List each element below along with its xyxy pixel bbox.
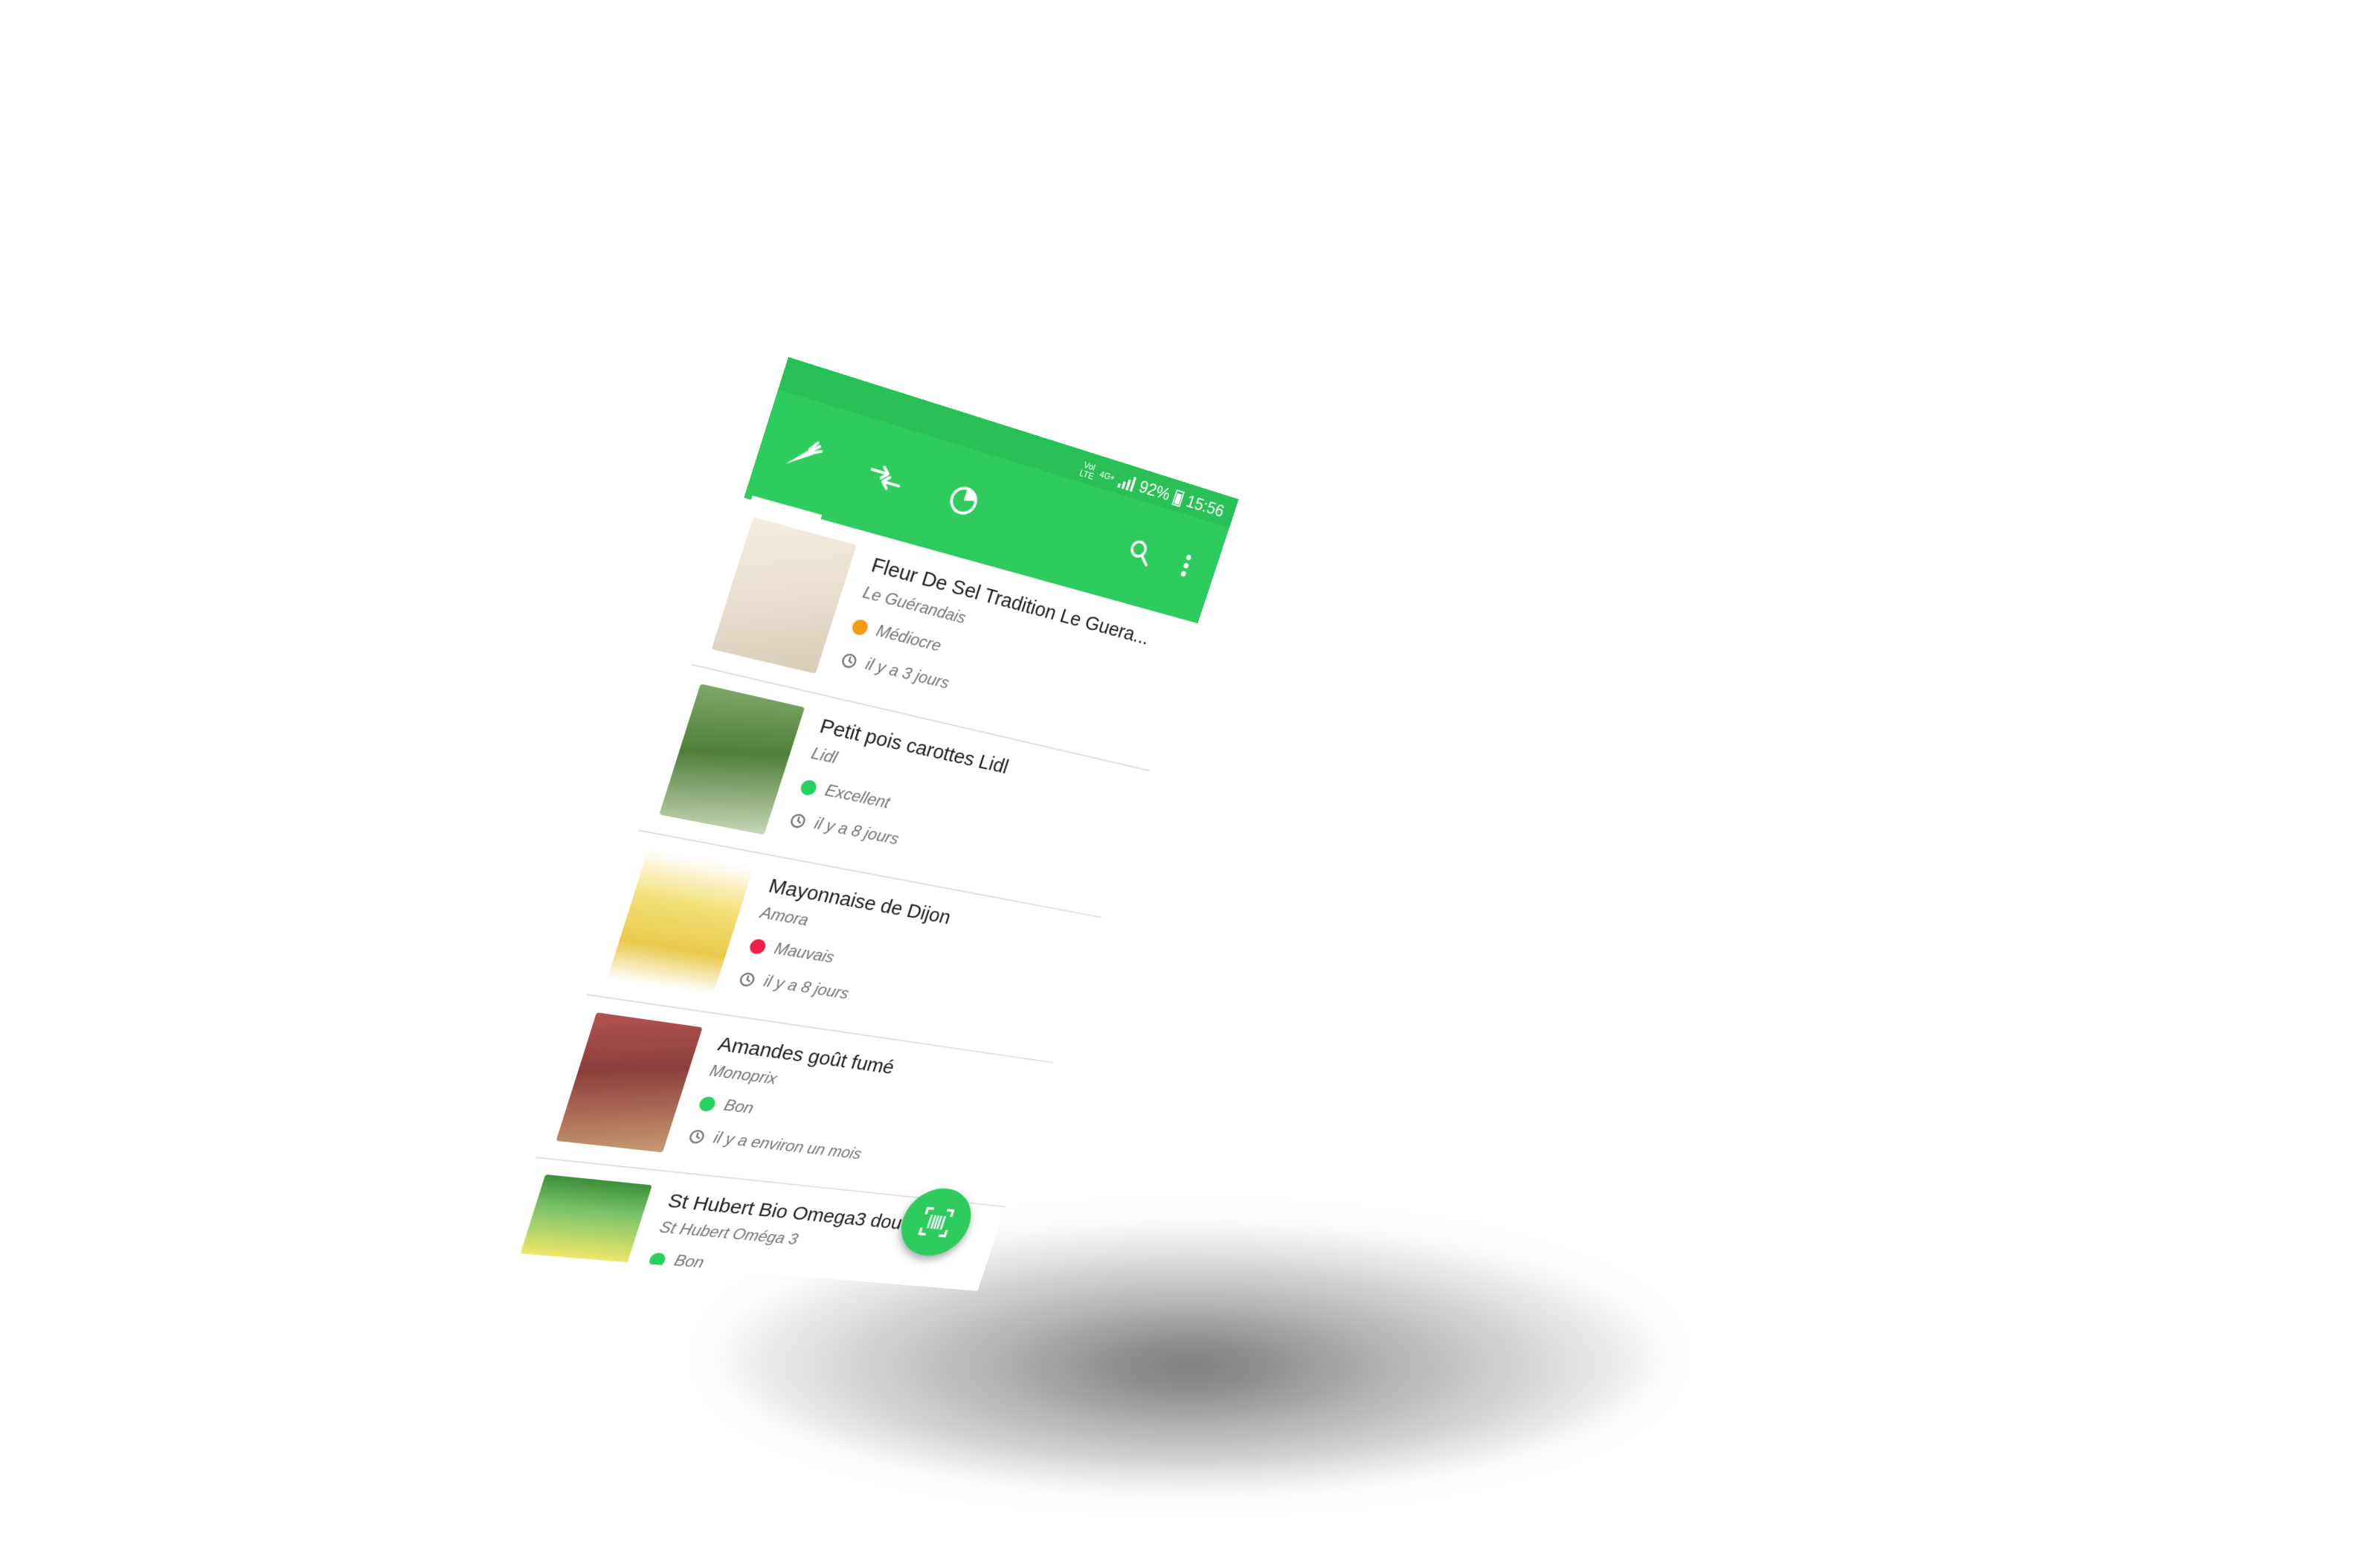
grade-dot (647, 1252, 667, 1268)
product-image (659, 684, 805, 835)
tab-stats[interactable] (921, 457, 1006, 543)
more-vert-icon (1180, 554, 1192, 577)
signal-icon (1117, 472, 1137, 492)
product-brand: Amora (758, 904, 811, 930)
product-brand: St Hubert Oméga 3 (657, 1218, 800, 1249)
tab-compare[interactable] (841, 434, 930, 521)
stage: Vol LTE 4G+ 92% 15:56 Fleur De Sel Tradi… (0, 0, 2380, 1556)
product-image (607, 849, 753, 994)
overflow-menu-button[interactable] (1162, 541, 1209, 589)
product-image (711, 517, 857, 674)
compare-arrows-icon (861, 453, 910, 502)
history-icon (786, 811, 809, 832)
phone-screen: Vol LTE 4G+ 92% 15:56 Fleur De Sel Tradi… (505, 357, 1239, 1291)
barcode-scan-icon (915, 1204, 958, 1240)
carrot-icon (785, 428, 829, 471)
grade-label: Bon (721, 1096, 756, 1118)
battery-icon (1171, 489, 1185, 507)
scan-time: il y a environ un mois (711, 1128, 864, 1163)
grade-label: Médiocre (874, 621, 944, 656)
grade-dot (697, 1096, 718, 1113)
clock: 15:56 (1183, 490, 1227, 521)
product-brand: Lidl (808, 744, 840, 768)
scan-time: il y a 8 jours (811, 814, 901, 849)
history-icon (837, 650, 861, 672)
scan-time: il y a 8 jours (761, 972, 852, 1003)
grade-dot (850, 618, 870, 637)
search-button[interactable] (1116, 528, 1164, 576)
status-indicators: Vol LTE 4G+ 92% 15:56 (1078, 457, 1227, 521)
battery-percent: 92% (1136, 475, 1173, 505)
grade-label: Bon (672, 1252, 707, 1272)
product-image (556, 1012, 703, 1153)
tab-history[interactable] (758, 408, 849, 498)
scan-time: il y a 3 jours (863, 655, 952, 693)
search-icon (1123, 535, 1158, 570)
product-brand: Monoprix (707, 1061, 779, 1088)
grade-label: Mauvais (771, 939, 837, 967)
grade-dot (799, 779, 819, 797)
grade-dot (747, 938, 768, 956)
history-icon (685, 1127, 708, 1146)
pie-chart-icon (939, 477, 987, 524)
network-type: 4G+ (1098, 469, 1116, 483)
history-icon (736, 970, 759, 990)
carrier-indicator: Vol LTE (1078, 459, 1098, 481)
product-image (520, 1174, 652, 1264)
product-history-list: Fleur De Sel Tradition Le Guera... Le Gu… (505, 498, 1198, 1291)
grade-label: Excellent (823, 781, 892, 812)
